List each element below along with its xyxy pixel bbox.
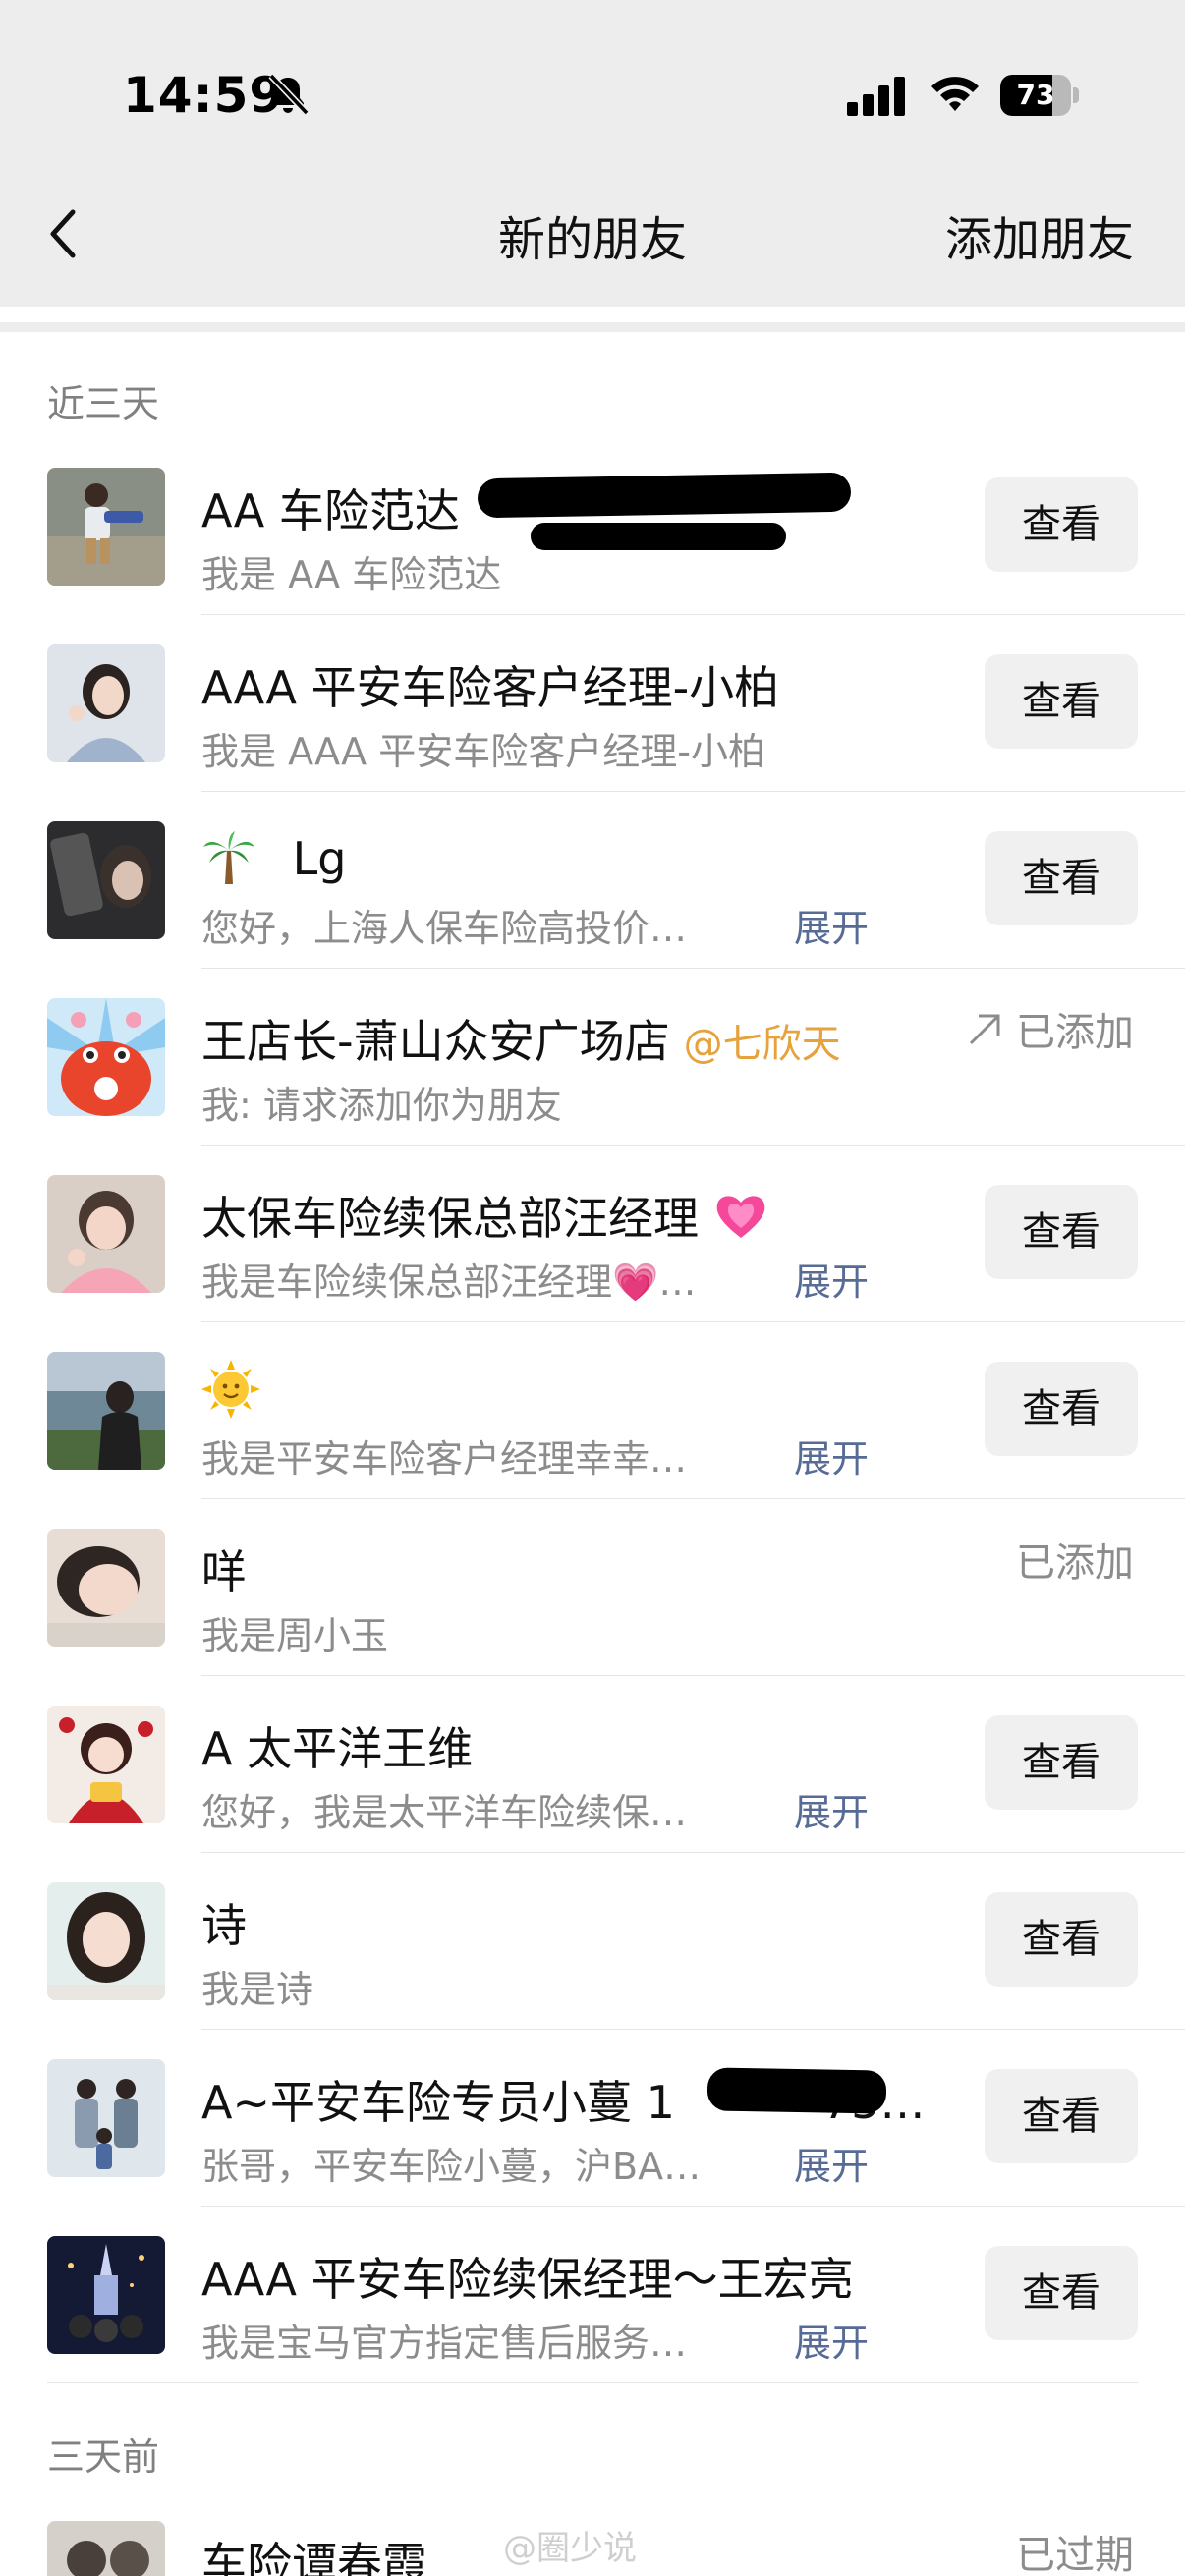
- contact-name: 咩: [201, 1545, 247, 1598]
- friend-request-row[interactable]: 我是平安车险客户经理幸幸… 展开 查看: [0, 1322, 1185, 1499]
- view-button[interactable]: 查看: [985, 1715, 1138, 1810]
- request-message: 张哥，平安车险小蔓，沪BA…: [201, 2145, 702, 2188]
- contact-name: AAA 平安车险续保经理～王宏亮: [201, 2253, 854, 2306]
- contact-name: AAA 平安车险客户经理-小柏: [201, 661, 780, 714]
- contact-name: 车险谭春霞: [201, 2538, 427, 2576]
- expand-link[interactable]: 展开: [794, 1782, 869, 1836]
- view-button[interactable]: 查看: [985, 654, 1138, 749]
- watermark: @圈少说: [503, 2529, 637, 2568]
- view-button[interactable]: 查看: [985, 831, 1138, 925]
- request-message: 您好，我是太平洋车险续保…: [201, 1791, 688, 1834]
- friend-request-row[interactable]: 王店长-萧山众安广场店 @七欣天 我: 请求添加你为朋友 已添加: [0, 969, 1185, 1146]
- avatar: [47, 1706, 165, 1823]
- expand-link[interactable]: 展开: [794, 2313, 869, 2367]
- view-button[interactable]: 查看: [985, 1892, 1138, 1987]
- request-message: 我是 AAA 平安车险客户经理-小柏: [201, 730, 765, 773]
- friend-request-row[interactable]: 太保车险续保总部汪经理 我是车险续保总部汪经理💗… 展开 查看: [0, 1146, 1185, 1322]
- contact-name: A 太平洋王维: [201, 1722, 474, 1775]
- request-message: 您好，上海人保车险高投价…: [201, 907, 688, 950]
- redaction-mark: [706, 2067, 887, 2114]
- avatar: [47, 1175, 165, 1293]
- friend-request-row[interactable]: Lg 您好，上海人保车险高投价… 展开 查看: [0, 792, 1185, 969]
- bell-slash-icon: [268, 73, 310, 116]
- avatar: [47, 1529, 165, 1647]
- request-message: 我是宝马官方指定售后服务…: [201, 2322, 688, 2365]
- contact-name: [201, 1360, 260, 1429]
- expand-link[interactable]: 展开: [794, 2136, 869, 2190]
- added-status: 已添加: [965, 1000, 1134, 1057]
- friend-request-row[interactable]: A~平安车险专员小蔓 175… 张哥，平安车险小蔓，沪BA… 展开 查看: [0, 2030, 1185, 2207]
- contact-name: Lg: [201, 829, 346, 895]
- contact-name: 诗: [201, 1899, 247, 1952]
- expand-link[interactable]: 展开: [794, 1428, 869, 1483]
- avatar: [47, 998, 165, 1116]
- nav-bar: 新的朋友 添加朋友: [0, 187, 1185, 295]
- battery-text: 73: [1016, 79, 1055, 111]
- contact-name-text: Lg: [292, 832, 347, 885]
- wifi-icon: [931, 77, 979, 111]
- heart-icon: [713, 1189, 768, 1255]
- contact-name-text: 太保车险续保总部汪经理: [201, 1192, 699, 1245]
- divider: [47, 2382, 1138, 2383]
- request-message: 我是诗: [201, 1968, 314, 2011]
- signal-icon: [847, 77, 905, 116]
- added-status-text: 已添加: [1016, 1010, 1134, 1055]
- section-header-recent: 近三天: [47, 382, 160, 425]
- avatar: [47, 2521, 165, 2576]
- expand-link[interactable]: 展开: [794, 1252, 869, 1306]
- redaction-mark: [477, 472, 852, 519]
- header-separator: [0, 295, 1185, 332]
- request-message: 我是平安车险客户经理幸幸…: [201, 1437, 688, 1481]
- friend-request-row[interactable]: AAA 平安车险客户经理-小柏 我是 AAA 平安车险客户经理-小柏 查看: [0, 615, 1185, 792]
- battery-icon: 73: [1000, 75, 1079, 116]
- expired-status: 已过期: [1016, 2533, 1134, 2576]
- contact-name: 王店长-萧山众安广场店 @七欣天: [201, 1006, 841, 1071]
- request-message: 我是车险续保总部汪经理💗…: [201, 1260, 697, 1304]
- add-friend-button[interactable]: 添加朋友: [945, 200, 1134, 269]
- avatar: [47, 821, 165, 939]
- status-time: 14:59: [123, 67, 285, 124]
- avatar: [47, 2236, 165, 2354]
- contact-name-text: A~平安车险专员小蔓 1: [201, 2076, 675, 2129]
- request-message: 我是 AA 车险范达: [201, 553, 502, 596]
- friend-request-row[interactable]: 咩 我是周小玉 已添加: [0, 1499, 1185, 1676]
- top-area: 14:59 73 新的朋友 添加朋友: [0, 0, 1185, 295]
- request-message: 我: 请求添加你为朋友: [201, 1084, 562, 1127]
- request-message: 我是周小玉: [201, 1614, 389, 1657]
- added-status: 已添加: [1016, 1540, 1134, 1586]
- view-button[interactable]: 查看: [985, 477, 1138, 572]
- expand-link[interactable]: 展开: [794, 898, 869, 952]
- view-button[interactable]: 查看: [985, 1362, 1138, 1456]
- contact-name: AA 车险范达: [201, 484, 460, 537]
- friend-request-row[interactable]: 诗 我是诗 查看: [0, 1853, 1185, 2030]
- view-button[interactable]: 查看: [985, 2069, 1138, 2163]
- avatar: [47, 1352, 165, 1470]
- section-header-earlier: 三天前: [47, 2436, 160, 2479]
- merchant-tag: @七欣天: [683, 1022, 841, 1067]
- palm-tree-icon: [201, 829, 256, 895]
- status-bar: 14:59 73: [0, 0, 1185, 187]
- view-button[interactable]: 查看: [985, 1185, 1138, 1279]
- avatar: [47, 2059, 165, 2177]
- friend-request-row[interactable]: A 太平洋王维 您好，我是太平洋车险续保… 展开 查看: [0, 1676, 1185, 1853]
- contact-name: 太保车险续保总部汪经理: [201, 1183, 768, 1255]
- friend-request-row[interactable]: AAA 平安车险续保经理～王宏亮 我是宝马官方指定售后服务… 展开 查看: [0, 2207, 1185, 2383]
- avatar: [47, 1882, 165, 2000]
- friend-request-row[interactable]: AA 车险范达 我是 AA 车险范达 查看: [0, 438, 1185, 615]
- contact-name-text: 王店长-萧山众安广场店: [201, 1015, 670, 1068]
- avatar: [47, 468, 165, 586]
- redaction-mark: [531, 523, 786, 550]
- view-button[interactable]: 查看: [985, 2246, 1138, 2340]
- arrow-up-right-icon: [969, 1014, 1000, 1045]
- avatar: [47, 644, 165, 762]
- sun-face-icon: [201, 1360, 260, 1429]
